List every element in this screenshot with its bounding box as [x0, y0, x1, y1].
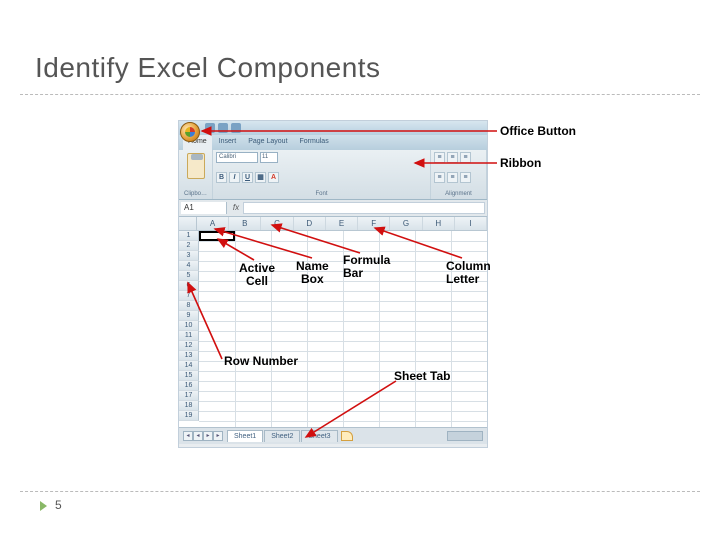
col-header[interactable]: F — [358, 217, 390, 230]
align-top-button[interactable]: ≡ — [434, 152, 445, 163]
name-box[interactable]: A1 — [181, 202, 227, 214]
col-header[interactable]: D — [294, 217, 326, 230]
row-header[interactable]: 16 — [179, 381, 199, 391]
row-header[interactable]: 9 — [179, 311, 199, 321]
label-name-box: Name Box — [296, 260, 329, 286]
label-sheet-tab: Sheet Tab — [394, 370, 450, 383]
italic-button[interactable]: I — [229, 172, 240, 183]
group-alignment-label: Alignment — [434, 191, 483, 197]
col-header[interactable]: I — [455, 217, 487, 230]
col-header[interactable]: H — [423, 217, 455, 230]
row-header[interactable]: 18 — [179, 401, 199, 411]
page-arrow-icon — [40, 501, 47, 511]
excel-screenshot: Home Insert Page Layout Formulas Clipbo…… — [178, 120, 488, 448]
row-header[interactable]: 11 — [179, 331, 199, 341]
group-clipboard: Clipbo… — [179, 150, 213, 199]
formula-bar[interactable] — [243, 202, 485, 214]
paste-button[interactable] — [187, 153, 205, 179]
row-header[interactable]: 15 — [179, 371, 199, 381]
col-header[interactable]: E — [326, 217, 358, 230]
align-bot-button[interactable]: ≡ — [460, 152, 471, 163]
align-mid-button[interactable]: ≡ — [447, 152, 458, 163]
select-all-corner[interactable] — [179, 217, 197, 230]
bold-button[interactable]: B — [216, 172, 227, 183]
ribbon: Clipbo… Calibri 11 B I U ▦ A Font ≡ ≡ ≡ — [179, 150, 487, 200]
group-font: Calibri 11 B I U ▦ A Font — [213, 150, 431, 199]
row-header[interactable]: 8 — [179, 301, 199, 311]
sheet-tab-3[interactable]: Sheet3 — [301, 430, 337, 442]
border-button[interactable]: ▦ — [255, 172, 266, 183]
group-alignment: ≡ ≡ ≡ ≡ ≡ ≡ Alignment — [431, 150, 487, 199]
label-office-button: Office Button — [500, 125, 576, 138]
fx-icon[interactable]: fx — [229, 200, 243, 216]
row-header[interactable]: 1 — [179, 231, 199, 241]
ribbon-tabs: Home Insert Page Layout Formulas — [179, 135, 487, 150]
page-number: 5 — [55, 498, 62, 512]
row-header[interactable]: 5 — [179, 271, 199, 281]
align-right-button[interactable]: ≡ — [460, 172, 471, 183]
quick-access-toolbar[interactable] — [205, 123, 241, 133]
row-header[interactable]: 6 — [179, 281, 199, 291]
label-ribbon: Ribbon — [500, 157, 541, 170]
row-header[interactable]: 3 — [179, 251, 199, 261]
column-headers: A B C D E F G H I — [179, 217, 487, 231]
align-left-button[interactable]: ≡ — [434, 172, 445, 183]
label-row-number: Row Number — [224, 355, 298, 368]
row-header[interactable]: 7 — [179, 291, 199, 301]
col-header[interactable]: B — [229, 217, 261, 230]
row-header[interactable]: 10 — [179, 321, 199, 331]
tab-insert[interactable]: Insert — [214, 135, 242, 150]
excel-titlebar — [179, 121, 487, 135]
font-color-button[interactable]: A — [268, 172, 279, 183]
sheet-tab-bar: ◂◂▸▸ Sheet1 Sheet2 Sheet3 — [179, 427, 487, 444]
align-center-button[interactable]: ≡ — [447, 172, 458, 183]
sheet-tab-2[interactable]: Sheet2 — [264, 430, 300, 442]
col-header[interactable]: A — [197, 217, 229, 230]
active-cell[interactable] — [199, 231, 235, 241]
group-font-label: Font — [216, 191, 427, 197]
formula-bar-row: A1 fx — [179, 200, 487, 217]
tab-formulas[interactable]: Formulas — [295, 135, 334, 150]
row-header[interactable]: 12 — [179, 341, 199, 351]
sheet-tab-1[interactable]: Sheet1 — [227, 430, 263, 442]
row-header[interactable]: 13 — [179, 351, 199, 361]
label-formula-bar: Formula Bar — [343, 254, 390, 280]
row-header[interactable]: 17 — [179, 391, 199, 401]
divider-top — [20, 94, 700, 95]
group-clipboard-label: Clipbo… — [182, 191, 209, 197]
col-header[interactable]: G — [390, 217, 422, 230]
divider-bottom — [20, 491, 700, 492]
row-header[interactable]: 14 — [179, 361, 199, 371]
sheet-nav-buttons[interactable]: ◂◂▸▸ — [183, 431, 223, 441]
label-column-letter: Column Letter — [446, 260, 491, 286]
col-header[interactable]: C — [261, 217, 293, 230]
worksheet-grid[interactable]: A B C D E F G H I 1234567891011121314151… — [179, 217, 487, 427]
label-active-cell: Active Cell — [239, 262, 275, 288]
hscroll-thumb[interactable] — [447, 431, 483, 441]
new-sheet-button[interactable] — [341, 431, 353, 441]
tab-page-layout[interactable]: Page Layout — [243, 135, 292, 150]
font-size-input[interactable]: 11 — [260, 152, 278, 163]
font-name-input[interactable]: Calibri — [216, 152, 258, 163]
row-header[interactable]: 19 — [179, 411, 199, 421]
slide-title: Identify Excel Components — [35, 52, 381, 84]
row-header[interactable]: 2 — [179, 241, 199, 251]
row-header[interactable]: 4 — [179, 261, 199, 271]
office-button[interactable] — [180, 122, 200, 142]
underline-button[interactable]: U — [242, 172, 253, 183]
